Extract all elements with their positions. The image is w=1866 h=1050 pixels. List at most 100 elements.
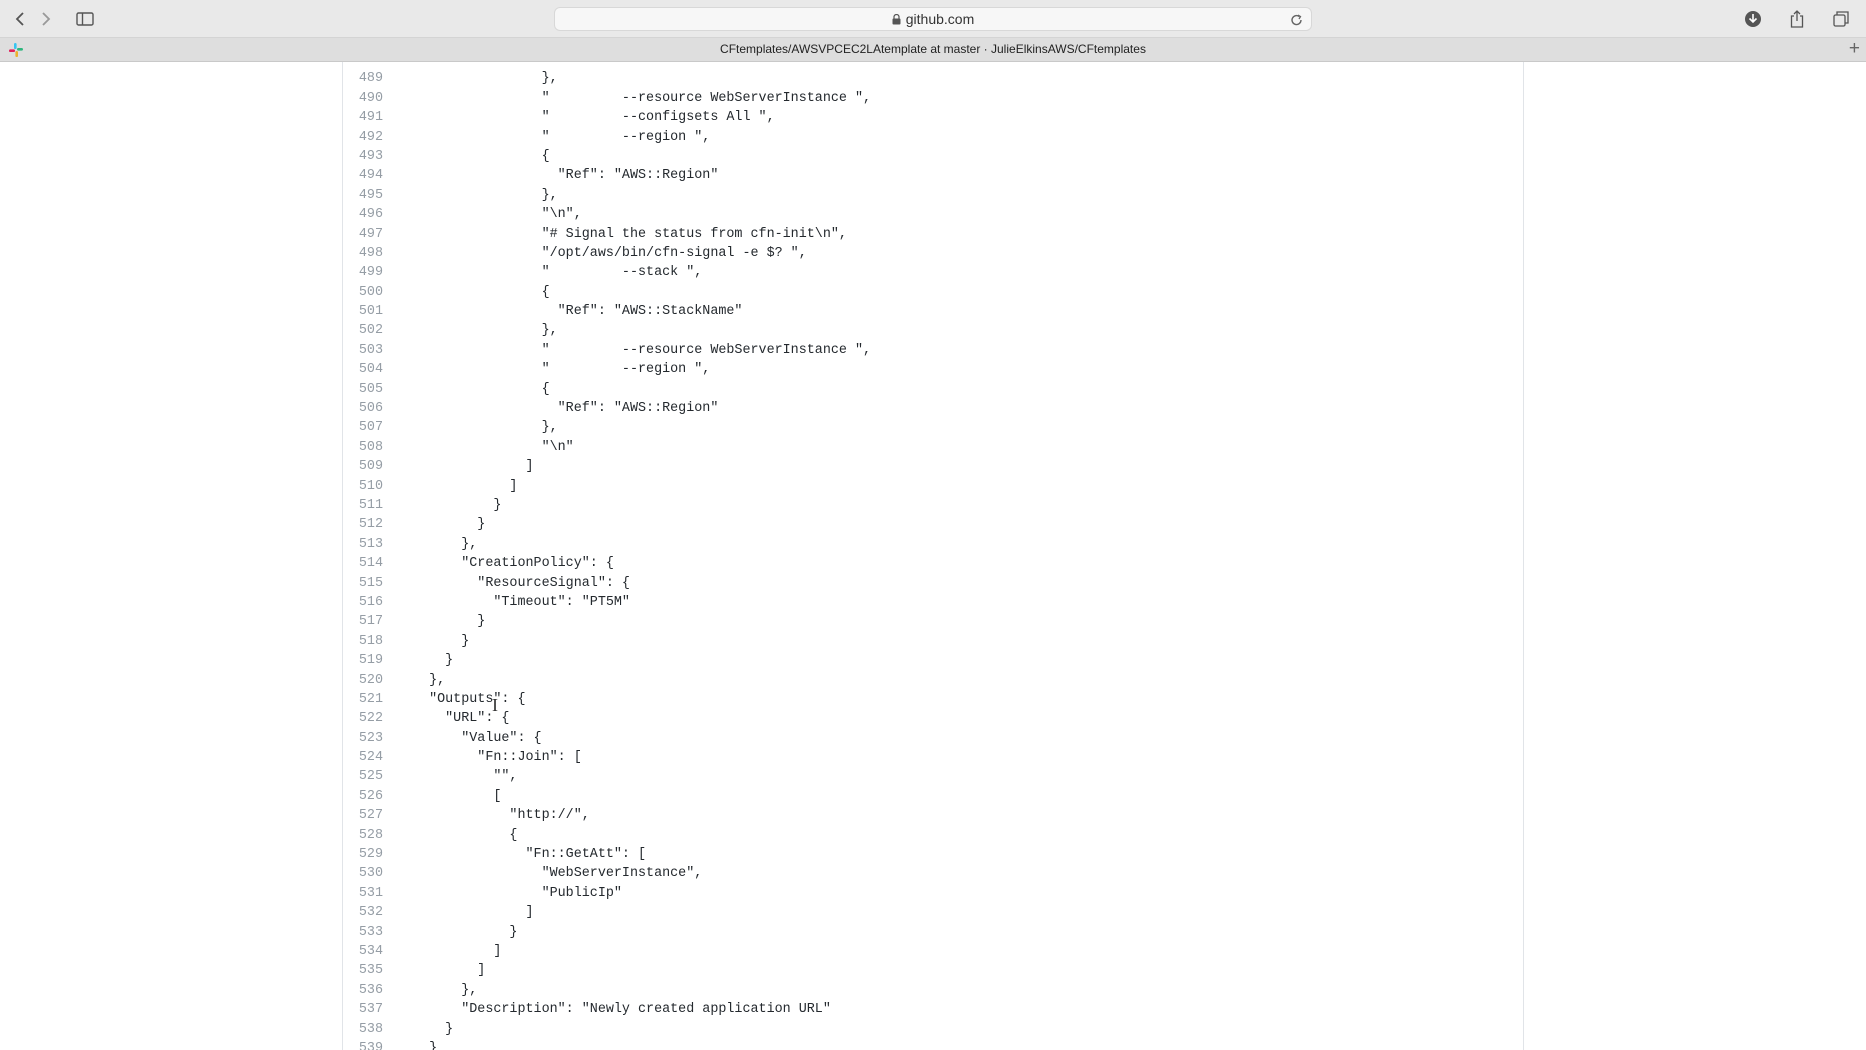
line-number[interactable]: 526: [343, 787, 383, 806]
line-number[interactable]: 499: [343, 263, 383, 282]
line-number[interactable]: 539: [343, 1039, 383, 1050]
code-line: 531 "PublicIp": [343, 884, 1523, 903]
line-number[interactable]: 511: [343, 496, 383, 515]
line-number[interactable]: 538: [343, 1020, 383, 1039]
code-line: 495 },: [343, 186, 1523, 205]
tab-bar: CFtemplates/AWSVPCEC2LAtemplate at maste…: [0, 38, 1866, 62]
line-number[interactable]: 491: [343, 108, 383, 127]
code-line: 509 ]: [343, 457, 1523, 476]
line-number[interactable]: 530: [343, 864, 383, 883]
line-number[interactable]: 504: [343, 360, 383, 379]
code-line: 522 "URL": {: [343, 709, 1523, 728]
line-number[interactable]: 529: [343, 845, 383, 864]
line-content: }: [413, 653, 454, 669]
line-number[interactable]: 536: [343, 981, 383, 1000]
code-lines: 488 "Ref": "AWS::StackName"489 },490 " -…: [343, 62, 1523, 1050]
line-number[interactable]: 506: [343, 399, 383, 418]
line-number[interactable]: 507: [343, 418, 383, 437]
line-number[interactable]: 503: [343, 341, 383, 360]
line-number[interactable]: 523: [343, 729, 383, 748]
tabs-overview-button[interactable]: [1829, 8, 1853, 29]
line-number[interactable]: 488: [343, 62, 383, 69]
line-content: ]: [413, 963, 486, 979]
line-number[interactable]: 495: [343, 186, 383, 205]
tabs-overview-icon: [1833, 10, 1849, 27]
code-line: 538 }: [343, 1020, 1523, 1039]
line-number[interactable]: 492: [343, 128, 383, 147]
line-number[interactable]: 514: [343, 554, 383, 573]
line-content: "Fn::GetAtt": [: [413, 847, 647, 863]
back-button[interactable]: [10, 8, 30, 29]
line-content: "CreationPolicy": {: [413, 556, 614, 572]
line-content: }: [413, 497, 502, 513]
line-number[interactable]: 509: [343, 457, 383, 476]
sidebar-icon: [76, 11, 94, 26]
code-line: 496 "\n",: [343, 205, 1523, 224]
line-number[interactable]: 525: [343, 767, 383, 786]
address-bar[interactable]: github.com: [554, 7, 1312, 31]
line-number[interactable]: 510: [343, 477, 383, 496]
line-number[interactable]: 518: [343, 632, 383, 651]
line-number[interactable]: 497: [343, 225, 383, 244]
line-content: },: [413, 420, 558, 436]
line-number[interactable]: 508: [343, 438, 383, 457]
code-view: 488 "Ref": "AWS::StackName"489 },490 " -…: [342, 62, 1524, 1050]
line-number[interactable]: 534: [343, 942, 383, 961]
line-number[interactable]: 531: [343, 884, 383, 903]
code-line: 505 {: [343, 380, 1523, 399]
code-line: 507 },: [343, 418, 1523, 437]
line-number[interactable]: 502: [343, 321, 383, 340]
line-number[interactable]: 498: [343, 244, 383, 263]
line-number[interactable]: 501: [343, 302, 383, 321]
forward-button[interactable]: [36, 8, 56, 29]
line-content: " --region ",: [413, 129, 711, 145]
new-tab-icon[interactable]: +: [1849, 38, 1860, 60]
line-number[interactable]: 517: [343, 612, 383, 631]
tab-title[interactable]: CFtemplates/AWSVPCEC2LAtemplate at maste…: [0, 42, 1866, 56]
code-line: 529 "Fn::GetAtt": [: [343, 845, 1523, 864]
line-number[interactable]: 533: [343, 923, 383, 942]
line-number[interactable]: 505: [343, 380, 383, 399]
line-number[interactable]: 513: [343, 535, 383, 554]
code-line: 497 "# Signal the status from cfn-init\n…: [343, 225, 1523, 244]
line-number[interactable]: 489: [343, 69, 383, 88]
sidebar-button[interactable]: [74, 8, 96, 29]
line-number[interactable]: 535: [343, 961, 383, 980]
code-line: 515 "ResourceSignal": {: [343, 574, 1523, 593]
line-number[interactable]: 515: [343, 574, 383, 593]
line-number[interactable]: 496: [343, 205, 383, 224]
code-line: 521 "Outputs": {: [343, 690, 1523, 709]
share-button[interactable]: [1785, 8, 1809, 29]
line-number[interactable]: 500: [343, 283, 383, 302]
line-number[interactable]: 527: [343, 806, 383, 825]
line-number[interactable]: 528: [343, 826, 383, 845]
line-number[interactable]: 516: [343, 593, 383, 612]
line-content: " --stack ",: [413, 265, 703, 281]
downloads-button[interactable]: [1741, 8, 1765, 29]
download-icon: [1745, 10, 1761, 27]
line-content: },: [413, 982, 478, 998]
reload-icon[interactable]: [1290, 13, 1303, 27]
line-number[interactable]: 521: [343, 690, 383, 709]
line-content: [: [413, 788, 502, 804]
code-line: 502 },: [343, 321, 1523, 340]
line-number[interactable]: 537: [343, 1000, 383, 1019]
line-number[interactable]: 512: [343, 515, 383, 534]
line-number[interactable]: 522: [343, 709, 383, 728]
line-number[interactable]: 519: [343, 651, 383, 670]
line-number[interactable]: 493: [343, 147, 383, 166]
line-number[interactable]: 532: [343, 903, 383, 922]
line-content: "Ref": "AWS::Region": [413, 401, 719, 417]
line-content: }: [413, 517, 486, 533]
line-number[interactable]: 494: [343, 166, 383, 185]
line-content: "\n",: [413, 207, 582, 223]
code-line: 537 "Description": "Newly created applic…: [343, 1000, 1523, 1019]
code-line: 524 "Fn::Join": [: [343, 748, 1523, 767]
line-number[interactable]: 524: [343, 748, 383, 767]
code-line: 514 "CreationPolicy": {: [343, 554, 1523, 573]
line-number[interactable]: 490: [343, 89, 383, 108]
line-content: },: [413, 323, 558, 339]
line-number[interactable]: 520: [343, 671, 383, 690]
line-content: "\n": [413, 439, 574, 455]
code-line: 526 [: [343, 787, 1523, 806]
